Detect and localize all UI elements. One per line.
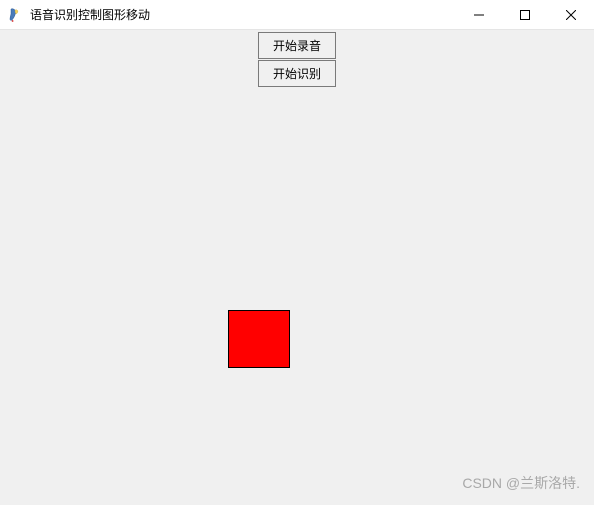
client-area: 开始录音 开始识别 CSDN @兰斯洛特. [0, 30, 594, 505]
red-square-shape [228, 310, 290, 368]
maximize-button[interactable] [502, 0, 548, 30]
start-record-button[interactable]: 开始录音 [258, 32, 336, 59]
window-title: 语音识别控制图形移动 [30, 6, 150, 23]
app-icon [8, 7, 24, 23]
button-stack: 开始录音 开始识别 [258, 32, 336, 88]
start-recognize-button[interactable]: 开始识别 [258, 60, 336, 87]
watermark-text: CSDN @兰斯洛特. [462, 473, 580, 493]
minimize-button[interactable] [456, 0, 502, 30]
titlebar: 语音识别控制图形移动 [0, 0, 594, 30]
window-controls [456, 0, 594, 30]
close-button[interactable] [548, 0, 594, 30]
